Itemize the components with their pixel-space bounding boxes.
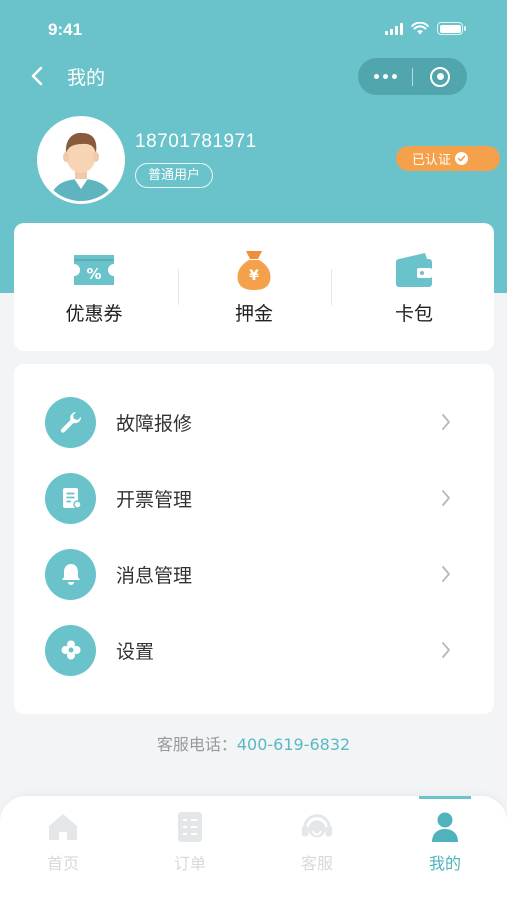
wrench-icon	[45, 396, 96, 448]
tab-bar: 首页 订单 客服 我的	[0, 796, 507, 900]
home-icon	[46, 810, 80, 844]
user-icon	[428, 810, 462, 844]
back-icon[interactable]	[28, 64, 48, 88]
tab-orders[interactable]: 订单	[127, 796, 253, 900]
more-button[interactable]	[358, 58, 412, 95]
quick-action-wallet[interactable]: 卡包	[334, 223, 494, 351]
chevron-right-icon	[442, 414, 450, 430]
chevron-right-icon	[442, 566, 450, 582]
gear-icon	[45, 624, 96, 676]
customer-service-line: 客服电话：400-619-6832	[0, 731, 507, 755]
quick-action-label: 卡包	[394, 303, 433, 325]
menu-item-label: 开票管理	[116, 488, 193, 511]
bell-icon	[45, 548, 96, 600]
menu-item-repair[interactable]: 故障报修	[14, 384, 494, 460]
verified-label: 已认证	[412, 153, 452, 168]
tab-mine[interactable]: 我的	[382, 796, 507, 900]
headset-icon	[300, 810, 334, 844]
quick-action-deposit[interactable]: ¥ 押金	[174, 223, 334, 351]
menu-card: 故障报修 开票管理 消息管理 设置	[14, 364, 494, 714]
chevron-right-icon	[442, 642, 450, 658]
quick-actions-card: % 优惠券 ¥ 押金 卡包	[14, 223, 494, 351]
menu-item-messages[interactable]: 消息管理	[14, 536, 494, 612]
battery-icon	[437, 22, 466, 35]
wifi-icon	[411, 22, 429, 35]
status-time: 9:41	[48, 20, 83, 39]
user-avatar-icon	[40, 119, 122, 201]
target-icon	[430, 66, 450, 87]
chevron-right-icon	[442, 490, 450, 506]
quick-action-label: 优惠券	[65, 303, 123, 325]
mini-program-capsule	[358, 58, 467, 95]
status-icons	[385, 22, 466, 35]
money-bag-icon: ¥	[231, 249, 277, 291]
tab-label: 首页	[46, 854, 79, 873]
tab-customer-service[interactable]: 客服	[254, 796, 380, 900]
status-bar: 9:41	[0, 0, 507, 60]
user-type-badge: 普通用户	[135, 163, 214, 188]
svg-text:¥: ¥	[249, 268, 259, 284]
invoice-icon	[45, 472, 96, 524]
quick-action-coupon[interactable]: % 优惠券	[14, 223, 174, 351]
check-icon	[455, 152, 469, 165]
menu-item-label: 设置	[116, 640, 155, 663]
close-mini-program-button[interactable]	[413, 58, 467, 95]
coupon-icon: %	[71, 249, 117, 291]
verified-badge: 已认证	[396, 146, 500, 171]
menu-item-label: 故障报修	[116, 412, 193, 435]
page-title: 我的	[67, 67, 106, 89]
menu-item-invoice[interactable]: 开票管理	[14, 460, 494, 536]
user-phone: 18701781971	[135, 131, 257, 152]
tab-home[interactable]: 首页	[0, 796, 126, 900]
divider	[331, 269, 332, 305]
service-label: 客服电话：	[156, 735, 237, 754]
tab-label: 客服	[300, 854, 333, 873]
wallet-icon	[391, 249, 437, 291]
menu-item-label: 消息管理	[116, 564, 193, 587]
svg-text:%: %	[86, 265, 101, 283]
tab-label: 我的	[428, 854, 461, 873]
avatar[interactable]	[37, 116, 125, 204]
tab-label: 订单	[173, 854, 206, 873]
signal-icon	[385, 22, 403, 35]
menu-item-settings[interactable]: 设置	[14, 612, 494, 688]
divider	[178, 269, 179, 305]
quick-action-label: 押金	[234, 303, 273, 325]
service-phone-link[interactable]: 400-619-6832	[237, 735, 350, 754]
order-icon	[173, 810, 207, 844]
